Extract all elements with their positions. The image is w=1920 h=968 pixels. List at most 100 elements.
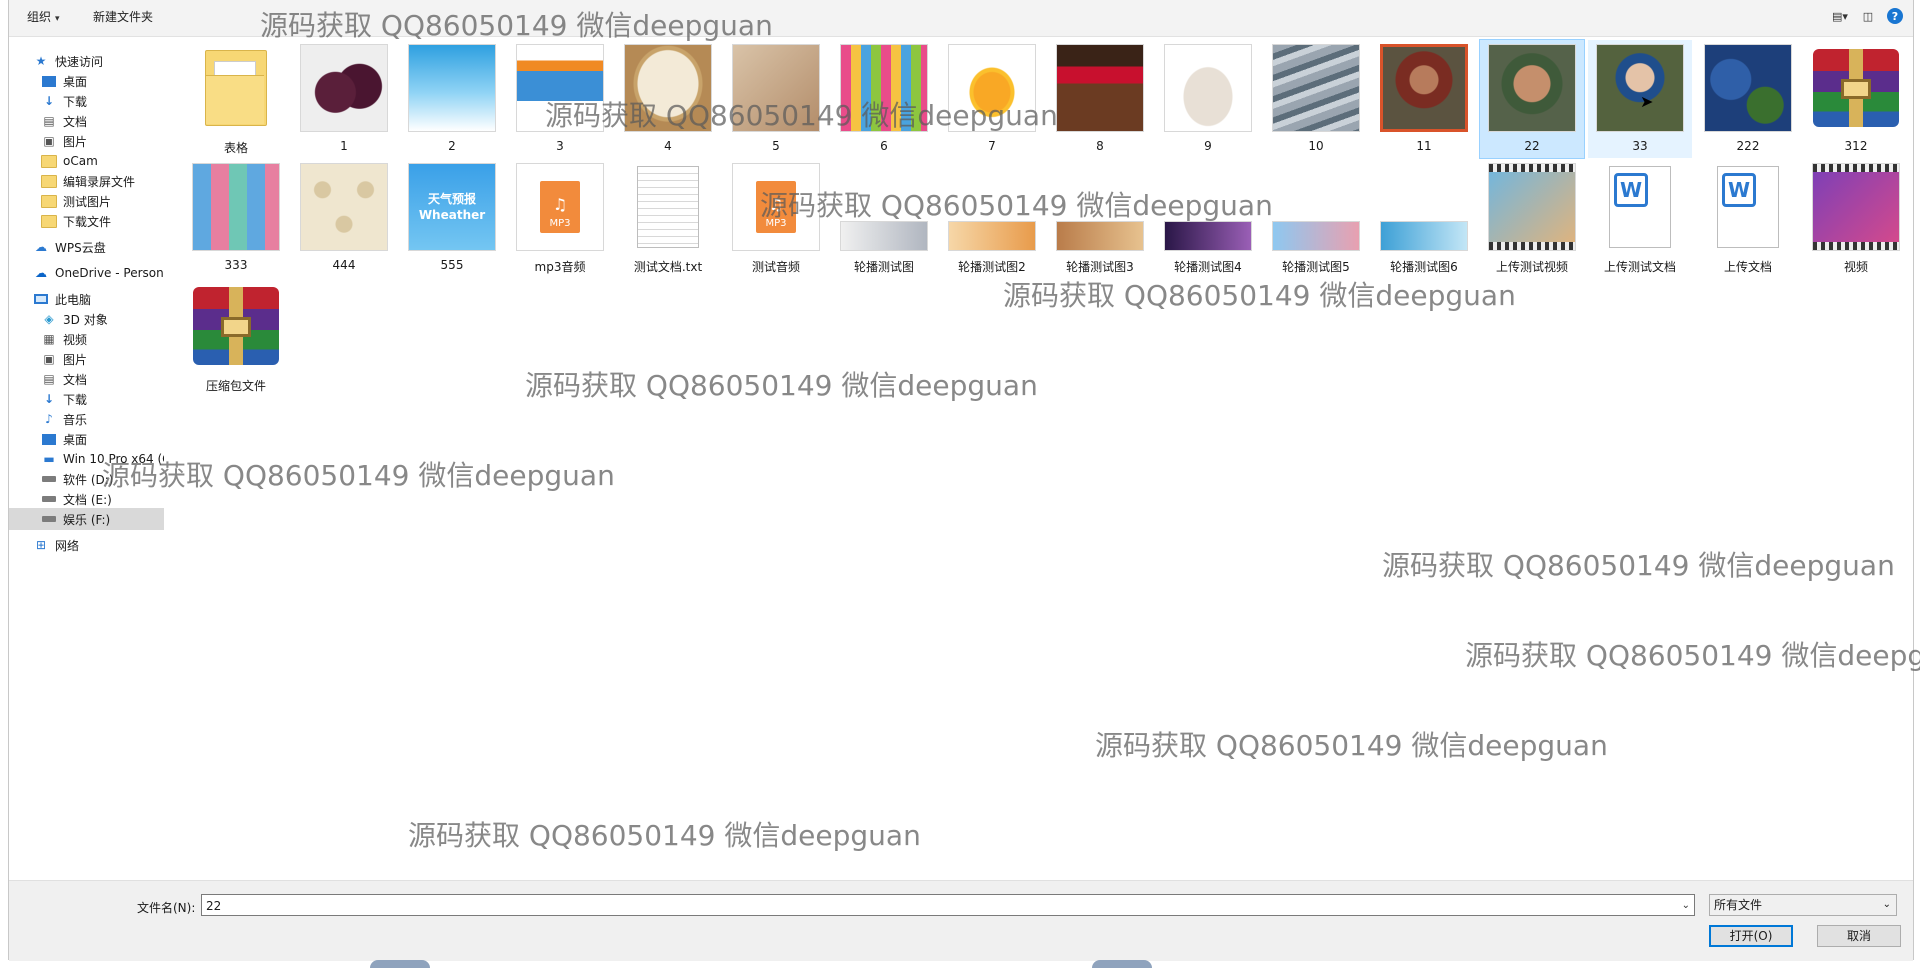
sidebar-item-label: 图片 [63, 352, 88, 367]
file-tile[interactable]: 测试文档.txt [616, 159, 720, 277]
file-tile[interactable]: 6 [832, 40, 936, 158]
cancel-button[interactable]: 取消 [1817, 925, 1901, 947]
file-tile[interactable]: 11 [1372, 40, 1476, 158]
file-thumbnail [1380, 221, 1468, 251]
file-tile[interactable]: 天气预报 Wheather 555 [400, 159, 504, 277]
sidebar-item-desktop[interactable]: 桌面📌 [9, 70, 164, 92]
sidebar-item-3d-objects[interactable]: ◈ 3D 对象 [9, 308, 164, 330]
chevron-down-icon[interactable]: ⌄ [1682, 895, 1690, 917]
file-tile[interactable]: 4 [616, 40, 720, 158]
file-tile[interactable]: 10 [1264, 40, 1368, 158]
file-thumbnail [408, 44, 496, 132]
mp3-label: MP3 [765, 218, 787, 229]
file-name: 5 [772, 139, 780, 153]
organize-button[interactable]: 组织 ▾ [27, 8, 60, 25]
view-mode-icon[interactable]: ▤▾ [1831, 8, 1849, 24]
file-tile[interactable]: 轮播测试图6 [1372, 159, 1476, 277]
word-doc-icon: W [1717, 166, 1779, 248]
view-controls: ▤▾ ◫ ? [1831, 8, 1903, 24]
sidebar-item-download-files[interactable]: 下载文件 [9, 210, 164, 232]
sidebar-item-pc-pictures[interactable]: ▣ 图片 [9, 348, 164, 370]
preview-pane-icon[interactable]: ◫ [1859, 8, 1877, 24]
file-thumbnail [1272, 221, 1360, 251]
text-file-icon [637, 166, 699, 248]
sidebar-item-documents[interactable]: ▤文档📌 [9, 110, 164, 132]
sidebar-item-test-images[interactable]: 测试图片 [9, 190, 164, 212]
file-tile[interactable]: W 上传文档 [1696, 159, 1800, 277]
file-tile[interactable]: 9 [1156, 40, 1260, 158]
file-tile[interactable]: 222 [1696, 40, 1800, 158]
file-tile[interactable]: 8 [1048, 40, 1152, 158]
drive-icon [41, 512, 57, 526]
file-tile[interactable]: 312 [1804, 40, 1908, 158]
file-tile[interactable]: 轮播测试图5 [1264, 159, 1368, 277]
sidebar-item-music[interactable]: ♪ 音乐 [9, 408, 164, 430]
file-tile[interactable]: 轮播测试图2 [940, 159, 1044, 277]
file-thumbnail [840, 44, 928, 132]
sidebar-item-drive-f[interactable]: 娱乐 (F:) [9, 508, 164, 530]
sidebar-item-drive-d[interactable]: 软件 (D:) [9, 468, 164, 490]
file-tile[interactable]: W 上传测试文档 [1588, 159, 1692, 277]
folder-icon [41, 214, 57, 228]
file-name: 测试音频 [751, 260, 800, 274]
file-tile[interactable]: 5 [724, 40, 828, 158]
file-name: 9 [1204, 139, 1212, 153]
file-tile[interactable]: 轮播测试图3 [1048, 159, 1152, 277]
file-tile[interactable]: 表格 [184, 40, 288, 158]
sidebar-item-drive-e[interactable]: 文档 (E:) [9, 488, 164, 510]
file-tile[interactable]: ♫ MP3 mp3音频 [508, 159, 612, 277]
sidebar-item-wps-cloud[interactable]: ☁ WPS云盘 [9, 236, 164, 258]
file-thumbnail [1164, 44, 1252, 132]
file-tile[interactable]: 3 [508, 40, 612, 158]
file-tile[interactable]: 压缩包文件 [184, 278, 288, 396]
sidebar-item-drive-c[interactable]: ▬ Win 10 Pro x64 (C [9, 448, 164, 470]
sidebar-item-label: 网络 [55, 538, 80, 553]
file-name: 轮播测试图4 [1174, 260, 1242, 274]
windows-drive-icon: ▬ [43, 452, 55, 466]
file-tile[interactable]: 7 [940, 40, 1044, 158]
file-tile[interactable]: 2 [400, 40, 504, 158]
chevron-down-icon: ⌄ [1882, 899, 1891, 910]
file-tile[interactable]: 轮播测试图 [832, 159, 936, 277]
sidebar-item-label: 软件 (D:) [63, 472, 114, 487]
download-arrow-icon: ↓ [43, 392, 55, 406]
file-tile[interactable]: ♫ MP3 测试音频 [724, 159, 828, 277]
sidebar-item-quick-access[interactable]: ★ 快速访问 [9, 50, 164, 72]
filename-input[interactable]: 22 ⌄ [201, 894, 1695, 916]
new-folder-button[interactable]: 新建文件夹 [93, 8, 153, 25]
file-name: 1 [340, 139, 348, 153]
filename-label: 文件名(N): [137, 901, 196, 915]
folder-icon [41, 194, 57, 208]
open-button[interactable]: 打开(O) [1709, 925, 1793, 947]
file-name: 3 [556, 139, 564, 153]
file-tile[interactable]: 轮播测试图4 [1156, 159, 1260, 277]
sidebar-item-videos[interactable]: ▦ 视频 [9, 328, 164, 350]
file-name: 4 [664, 139, 672, 153]
sidebar-item-pictures[interactable]: ▣图片📌 [9, 130, 164, 152]
file-tile[interactable]: 1 [292, 40, 396, 158]
file-name: 444 [332, 258, 356, 272]
sidebar-item-this-pc[interactable]: 此电脑 [9, 288, 164, 310]
sidebar-item-edit-recordings[interactable]: 编辑录屏文件 [9, 170, 164, 192]
cube-icon: ◈ [44, 312, 54, 326]
sidebar-item-pc-desktop[interactable]: 桌面 [9, 428, 164, 450]
mp3-label: MP3 [549, 218, 571, 229]
file-thumbnail [1380, 44, 1468, 132]
help-icon[interactable]: ? [1887, 8, 1903, 24]
sidebar-item-network[interactable]: ⊞ 网络 [9, 534, 164, 556]
file-tile[interactable]: 视频 [1804, 159, 1908, 277]
file-tile[interactable]: 上传测试视频 [1480, 159, 1584, 277]
sidebar-item-pc-downloads[interactable]: ↓ 下载 [9, 388, 164, 410]
drive-icon [41, 472, 57, 486]
file-name: mp3音频 [534, 260, 586, 274]
sidebar-item-downloads[interactable]: ↓下载📌 [9, 90, 164, 112]
sidebar-item-ocam[interactable]: oCam [9, 150, 164, 172]
sidebar-item-pc-documents[interactable]: ▤ 文档 [9, 368, 164, 390]
file-thumbnail [624, 44, 712, 132]
file-tile[interactable]: 333 [184, 159, 288, 277]
file-tile[interactable]: 444 [292, 159, 396, 277]
sidebar-item-onedrive[interactable]: ☁ OneDrive - Persona [9, 262, 164, 284]
file-type-select[interactable]: 所有文件 ⌄ [1709, 894, 1897, 916]
network-icon: ⊞ [35, 538, 47, 552]
file-tile[interactable]: 22 [1479, 39, 1585, 159]
